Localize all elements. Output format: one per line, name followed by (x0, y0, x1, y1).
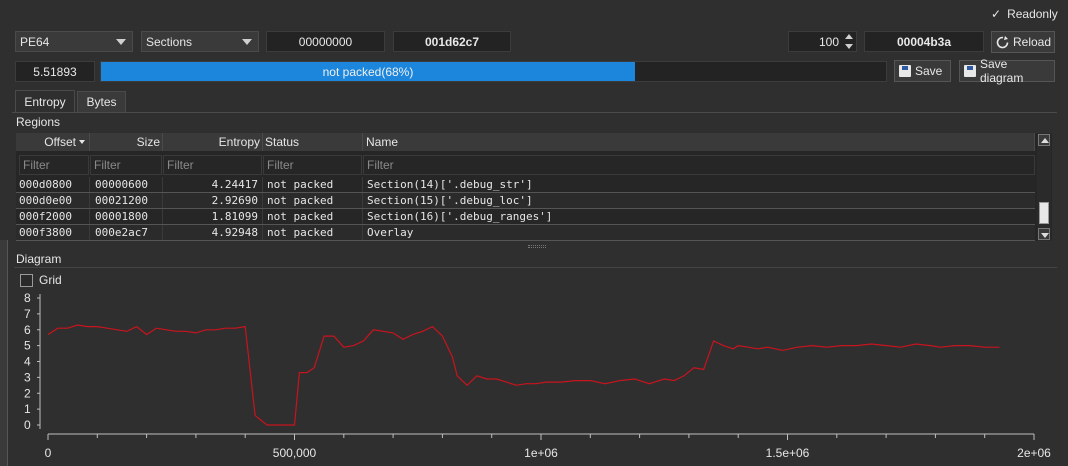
cell-size: 00000600 (90, 177, 163, 192)
x-tick-label: 1.5e+06 (766, 446, 810, 460)
filter-entropy[interactable]: Filter (163, 155, 262, 175)
chevron-down-icon (116, 39, 126, 45)
cell-entropy: 1.81099 (163, 209, 263, 224)
cell-offset: 000d0e00 (19, 193, 90, 208)
cell-offset: 000f2000 (19, 209, 90, 224)
grid-checkbox-box (20, 273, 33, 287)
offset-start-field[interactable]: 00000000 (266, 31, 385, 52)
diagram-title: Diagram (16, 252, 62, 266)
grid-label: Grid (39, 273, 62, 287)
x-tick-label: 1e+06 (524, 446, 558, 460)
block-count-value: 100 (819, 34, 840, 49)
y-tick-label: 4 (24, 355, 31, 369)
table-row[interactable]: 000f3800 000e2ac7 4.92948 not packed Overlay (16, 225, 1035, 241)
cell-name: Section(15)['.debug_loc'] (367, 194, 533, 207)
mode-select[interactable]: Sections (141, 31, 259, 52)
file-type-value: PE64 (20, 34, 50, 49)
diagram-panel-border (14, 267, 1057, 268)
scroll-down-arrow[interactable] (1038, 228, 1050, 240)
spin-arrows-icon[interactable] (844, 34, 854, 49)
table-scrollbar[interactable] (1037, 133, 1051, 241)
filter-size[interactable]: Filter (90, 155, 162, 175)
x-tick-label: 2e+06 (1017, 446, 1051, 460)
tab-bytes[interactable]: Bytes (77, 91, 126, 113)
regions-title: Regions (16, 115, 61, 129)
save-button[interactable]: Save (894, 60, 951, 82)
offset-header-label: Offset (44, 135, 76, 149)
column-header-name[interactable]: Name (363, 133, 1035, 151)
floppy-disk-icon (964, 65, 976, 77)
block-count-spinbox[interactable]: 100 (788, 31, 857, 52)
entropy-series-line (47, 324, 1000, 426)
cell-size: 00001800 (90, 209, 163, 224)
cell-entropy: 2.92690 (163, 193, 263, 208)
table-row[interactable]: 000d0800 00000600 4.24417 not packed Section… (16, 177, 1035, 193)
save-diagram-button[interactable]: Save diagram (959, 57, 1055, 85)
cell-name: Section(14)['.debug_str'] (367, 178, 533, 191)
block-size-field[interactable]: 00004b3a (864, 31, 984, 52)
y-tick-label: 5 (24, 339, 31, 353)
cell-status: not packed (263, 225, 363, 240)
tab-panel-border (12, 112, 1057, 113)
cell-size: 000e2ac7 (90, 225, 163, 240)
reload-label: Reload (1013, 35, 1052, 49)
readonly-checkbox[interactable]: ✓ Readonly (991, 6, 1061, 22)
x-tick-label: 0 (45, 446, 52, 460)
reload-button[interactable]: Reload (991, 31, 1055, 53)
y-tick-label: 3 (24, 370, 31, 384)
scroll-thumb[interactable] (1039, 202, 1049, 224)
cell-entropy: 4.24417 (163, 177, 263, 192)
size-header-label: Size (136, 135, 160, 149)
grid-checkbox[interactable]: Grid (20, 273, 62, 287)
cell-size: 00021200 (90, 193, 163, 208)
cell-name: Section(16)['.debug_ranges'] (367, 210, 553, 223)
readonly-label: Readonly (1007, 7, 1058, 21)
column-header-size[interactable]: Size (90, 133, 163, 151)
chevron-down-icon (242, 39, 252, 45)
check-icon: ✓ (991, 7, 1002, 21)
column-header-offset[interactable]: Offset (16, 133, 90, 151)
cell-status: not packed (263, 209, 363, 224)
floppy-disk-icon (899, 65, 911, 77)
tab-entropy[interactable]: Entropy (15, 90, 75, 113)
reload-icon (996, 35, 1009, 48)
filter-name[interactable]: Filter (363, 155, 1035, 175)
y-tick-label: 0 (24, 418, 31, 432)
scroll-up-arrow[interactable] (1038, 134, 1050, 146)
save-label: Save (915, 64, 943, 78)
y-tick-label: 1 (24, 402, 31, 416)
regions-table: Offset Size Entropy Status Name Filter F… (16, 133, 1052, 241)
cell-offset: 000d0800 (19, 177, 90, 192)
mode-value: Sections (146, 34, 193, 49)
y-tick-label: 2 (24, 386, 31, 400)
status-header-label: Status (265, 135, 300, 149)
filter-status[interactable]: Filter (263, 155, 362, 175)
cell-entropy: 4.92948 (163, 225, 263, 240)
cell-status: not packed (263, 177, 363, 192)
offset-end-field[interactable]: 001d62c7 (393, 31, 511, 52)
filter-offset[interactable]: Filter (19, 155, 89, 175)
splitter-handle[interactable] (528, 245, 546, 248)
table-row[interactable]: 000f2000 00001800 1.81099 not packed Section… (16, 209, 1035, 225)
total-entropy-field: 5.51893 (15, 61, 95, 82)
progress-label: not packed(68%) (322, 64, 414, 79)
entropy-chart: 0 1 2 34 5 6 7 8 0 500,000 1e+06 1.5e+06 2e+06 (24, 291, 1051, 460)
save-diagram-label: Save diagram (980, 57, 1024, 85)
y-tick-label: 6 (24, 323, 31, 337)
column-header-status[interactable]: Status (263, 133, 363, 151)
name-header-label: Name (366, 135, 399, 149)
cell-name: Overlay (367, 226, 414, 239)
x-tick-label: 500,000 (273, 446, 317, 460)
cell-status: not packed (263, 193, 363, 208)
sort-down-icon (79, 140, 85, 144)
entropy-header-label: Entropy (218, 135, 260, 149)
column-header-entropy[interactable]: Entropy (163, 133, 263, 151)
y-tick-label: 8 (24, 291, 31, 305)
file-type-select[interactable]: PE64 (15, 31, 133, 52)
packed-progress-bar: not packed(68%) (100, 61, 887, 82)
cell-offset: 000f3800 (19, 225, 90, 240)
table-row[interactable]: 000d0e00 00021200 2.92690 not packed Section… (16, 193, 1035, 209)
y-tick-label: 7 (24, 307, 31, 321)
